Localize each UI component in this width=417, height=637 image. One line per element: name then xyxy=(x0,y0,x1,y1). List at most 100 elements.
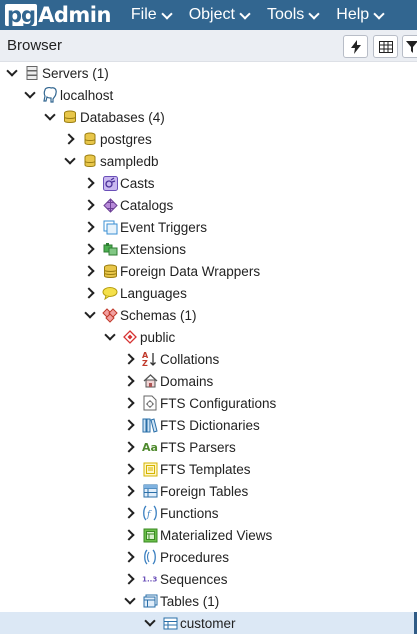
tree-node-label: Schemas (1) xyxy=(120,307,197,323)
chevron-right-icon[interactable] xyxy=(124,551,136,563)
fts-parsers-icon: Aa xyxy=(142,439,158,455)
chevron-right-icon[interactable] xyxy=(84,221,96,233)
chevron-right-icon[interactable] xyxy=(124,375,136,387)
databases-icon xyxy=(62,109,78,125)
tree-node-fts-dictionaries[interactable]: FTS Dictionaries xyxy=(0,414,417,436)
tree-node-catalogs[interactable]: Catalogs xyxy=(0,194,417,216)
tables-icon xyxy=(142,593,158,609)
tree-node-domains[interactable]: Domains xyxy=(0,370,417,392)
chevron-right-icon[interactable] xyxy=(124,353,136,365)
tree-node-localhost[interactable]: localhost xyxy=(0,84,417,106)
grid-icon xyxy=(378,40,393,53)
query-tool-button[interactable] xyxy=(343,35,368,58)
tree-node-label: sampledb xyxy=(100,153,159,169)
chevron-right-icon[interactable] xyxy=(124,463,136,475)
tree-node-label: Foreign Tables xyxy=(160,483,249,499)
tree-node-fts-templates[interactable]: FTS Templates xyxy=(0,458,417,480)
filter-icon xyxy=(406,40,417,53)
database-icon xyxy=(82,153,98,169)
menu-file[interactable]: File xyxy=(130,6,173,24)
chevron-down-icon[interactable] xyxy=(64,155,76,167)
sequences-icon: 1..3 xyxy=(142,571,158,587)
chevron-right-icon[interactable] xyxy=(124,419,136,431)
chevron-down-icon[interactable] xyxy=(44,111,56,123)
chevron-down-icon[interactable] xyxy=(84,309,96,321)
chevron-right-icon[interactable] xyxy=(124,397,136,409)
tree-node-fts-parsers[interactable]: Aa FTS Parsers xyxy=(0,436,417,458)
tree-node-label: postgres xyxy=(100,131,152,147)
chevron-right-icon[interactable] xyxy=(84,177,96,189)
chevron-down-icon[interactable] xyxy=(6,67,18,79)
chevron-right-icon[interactable] xyxy=(84,243,96,255)
procedures-icon xyxy=(142,549,158,565)
svg-text:Z: Z xyxy=(142,359,148,367)
tree-node-label: public xyxy=(140,329,176,345)
postgres-elephant-icon xyxy=(42,87,58,103)
tree-node-languages[interactable]: Languages xyxy=(0,282,417,304)
tree-node-label: Foreign Data Wrappers xyxy=(120,263,261,279)
tree-node-databases[interactable]: Databases (4) xyxy=(0,106,417,128)
tree-node-fts-configurations[interactable]: FTS Configurations xyxy=(0,392,417,414)
menu-object-label: Object xyxy=(188,6,235,23)
chevron-right-icon[interactable] xyxy=(124,573,136,585)
chevron-down-icon[interactable] xyxy=(24,89,36,101)
tree-node-extensions[interactable]: Extensions xyxy=(0,238,417,260)
tree-node-label: localhost xyxy=(60,87,114,103)
svg-text:Aa: Aa xyxy=(142,441,158,454)
chevron-down-icon xyxy=(239,7,251,20)
menu-tools[interactable]: Tools xyxy=(267,6,320,24)
tree-node-label: Collations xyxy=(160,351,220,367)
foreign-tables-icon xyxy=(142,483,158,499)
menu-file-label: File xyxy=(130,6,157,23)
view-data-button[interactable] xyxy=(373,35,398,58)
tree-node-event-triggers[interactable]: Event Triggers xyxy=(0,216,417,238)
tree-node-procedures[interactable]: Procedures xyxy=(0,546,417,568)
tree-node-customer[interactable]: customer xyxy=(0,612,417,634)
tree-node-casts[interactable]: Casts xyxy=(0,172,417,194)
tree-node-postgres[interactable]: postgres xyxy=(0,128,417,150)
tree-node-servers[interactable]: Servers (1) xyxy=(0,62,417,84)
logo-pg: pg xyxy=(5,3,38,27)
chevron-down-icon[interactable] xyxy=(124,595,136,607)
tree-node-label: Domains xyxy=(160,373,214,389)
tree-node-label: Extensions xyxy=(120,241,187,257)
browser-tree: Servers (1) localhost Databases (4) post… xyxy=(0,62,417,637)
tree-node-label: Casts xyxy=(120,175,155,191)
tree-node-tables[interactable]: Tables (1) xyxy=(0,590,417,612)
tree-node-schemas[interactable]: Schemas (1) xyxy=(0,304,417,326)
tree-node-public[interactable]: public xyxy=(0,326,417,348)
chevron-right-icon[interactable] xyxy=(84,265,96,277)
chevron-right-icon[interactable] xyxy=(84,287,96,299)
languages-icon xyxy=(102,285,118,301)
tree-node-functions[interactable]: f Functions xyxy=(0,502,417,524)
chevron-right-icon[interactable] xyxy=(124,507,136,519)
tree-node-materialized-views[interactable]: Materialized Views xyxy=(0,524,417,546)
tree-node-label: customer xyxy=(180,615,236,631)
tree-node-sampledb[interactable]: sampledb xyxy=(0,150,417,172)
tree-node-sequences[interactable]: 1..3 Sequences xyxy=(0,568,417,590)
event-triggers-icon xyxy=(102,219,118,235)
chevron-down-icon xyxy=(373,7,385,20)
menu-object[interactable]: Object xyxy=(188,6,251,24)
tree-node-label: FTS Dictionaries xyxy=(160,417,260,433)
tree-node-foreign-tables[interactable]: Foreign Tables xyxy=(0,480,417,502)
chevron-right-icon[interactable] xyxy=(124,485,136,497)
collations-icon: AZ xyxy=(142,351,158,367)
tree-node-label: FTS Templates xyxy=(160,461,251,477)
filter-button[interactable] xyxy=(402,35,417,58)
chevron-down-icon xyxy=(161,7,173,20)
chevron-right-icon[interactable] xyxy=(124,441,136,453)
chevron-right-icon[interactable] xyxy=(64,133,76,145)
chevron-right-icon[interactable] xyxy=(84,199,96,211)
pgadmin-logo[interactable]: pg Admin xyxy=(5,0,111,30)
chevron-right-icon[interactable] xyxy=(124,529,136,541)
tree-node-label: Event Triggers xyxy=(120,219,208,235)
chevron-down-icon xyxy=(308,7,320,20)
chevron-down-icon[interactable] xyxy=(144,617,156,629)
chevron-down-icon[interactable] xyxy=(104,331,116,343)
tree-node-label: FTS Configurations xyxy=(160,395,277,411)
tree-node-collations[interactable]: AZ Collations xyxy=(0,348,417,370)
menu-help[interactable]: Help xyxy=(336,6,385,24)
svg-text:f: f xyxy=(146,510,152,520)
tree-node-foreign-data-wrappers[interactable]: Foreign Data Wrappers xyxy=(0,260,417,282)
